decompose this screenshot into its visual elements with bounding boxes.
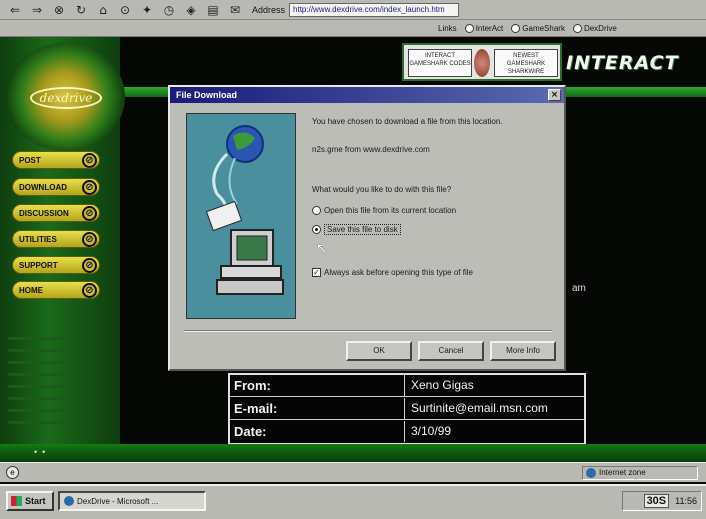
nav-button-utilities[interactable]: UTILITIES ⊘ — [12, 230, 100, 248]
link-gameshark[interactable]: GameShark — [511, 23, 565, 33]
banner-ad[interactable]: INTERACT GAMESHARK CODES NEWEST GAMESHAR… — [402, 43, 562, 81]
nav-button-download[interactable]: DOWNLOAD ⊘ — [12, 178, 100, 196]
no-sign-icon: ⊘ — [82, 283, 97, 298]
tv-channel-logo: 30S — [643, 494, 670, 508]
clock[interactable]: 11:56 — [675, 496, 697, 506]
favorites-icon[interactable]: ✦ — [138, 2, 156, 18]
no-sign-icon: ⊘ — [82, 232, 97, 247]
ie-icon — [64, 496, 74, 506]
address-label: Address — [252, 4, 286, 15]
footer-dots-icon: • • — [34, 447, 46, 457]
table-row: Date: 3/10/99 — [230, 421, 584, 443]
decorative-stripe — [8, 397, 64, 400]
history-icon[interactable]: ◷ — [160, 2, 178, 18]
decorative-stripe — [8, 385, 64, 388]
table-row: From: Xeno Gigas — [230, 375, 584, 397]
decorative-stripe — [8, 337, 64, 340]
message-info-table: From: Xeno Gigas E-mail: Surtinite@email… — [228, 373, 586, 445]
more-info-button[interactable]: More Info — [490, 341, 556, 361]
stop-icon[interactable]: ⊗ — [50, 2, 68, 18]
refresh-icon[interactable]: ↻ — [72, 2, 90, 18]
radio-save[interactable] — [312, 225, 321, 234]
download-illustration — [186, 113, 296, 319]
dialog-question: What would you like to do with this file… — [312, 185, 452, 194]
file-download-dialog: File Download × You have chosen to downl… — [168, 85, 566, 371]
interact-logo[interactable]: INTERACT — [566, 47, 686, 79]
search-icon[interactable]: ⊙ — [116, 2, 134, 18]
page-text-fragment: am — [572, 283, 586, 294]
nav-button-support[interactable]: SUPPORT ⊘ — [12, 256, 100, 274]
ie-link-icon — [464, 23, 474, 33]
screen: ⇐ ⇒ ⊗ ↻ ⌂ ⊙ ✦ ◷ ◈ ▤ ✉ Address http://www… — [0, 0, 706, 519]
links-label: Links — [438, 23, 457, 33]
always-ask-checkbox[interactable]: ✓ — [312, 268, 321, 277]
radio-open[interactable] — [312, 206, 321, 215]
open-file-option[interactable]: Open this file from its current location — [312, 206, 456, 215]
globe-icon — [586, 468, 596, 478]
file-source: n2s.gme from www.dexdrive.com — [312, 145, 430, 154]
link-interact[interactable]: InterAct — [464, 23, 503, 33]
address-input[interactable]: http://www.dexdrive.com/index_launch.htm — [289, 2, 460, 17]
cancel-button[interactable]: Cancel — [418, 341, 484, 361]
link-dexdrive[interactable]: DexDrive — [572, 23, 617, 33]
decorative-stripe — [8, 349, 64, 352]
start-button[interactable]: Start — [6, 491, 54, 511]
mail-icon[interactable]: ✉ — [226, 2, 244, 18]
ie-link-icon — [511, 23, 521, 33]
no-sign-icon: ⊘ — [82, 180, 97, 195]
save-file-option[interactable]: Save this file to disk — [312, 224, 401, 235]
ad-emblem-icon — [474, 49, 490, 77]
table-row: E-mail: Surtinite@email.msn.com — [230, 398, 584, 420]
decorative-stripe — [8, 361, 64, 364]
no-sign-icon: ⊘ — [82, 153, 97, 168]
links-toolbar: Links InterAct GameShark DexDrive — [0, 20, 706, 37]
forward-icon[interactable]: ⇒ — [28, 2, 46, 18]
windows-flag-icon — [11, 496, 22, 506]
nav-button-discussion[interactable]: DISCUSSION ⊘ — [12, 204, 100, 222]
ie-link-icon — [572, 23, 582, 33]
nav-button-home[interactable]: HOME ⊘ — [12, 281, 100, 299]
ad-right-panel: NEWEST GAMESHARK SHARKWIRE — [494, 49, 558, 77]
decorative-stripe — [8, 421, 64, 424]
decorative-stripe — [8, 373, 64, 376]
no-sign-icon: ⊘ — [82, 206, 97, 221]
taskbar: Start DexDrive - Microsoft ... 30S 11:56 — [0, 484, 706, 519]
browser-toolbar: ⇐ ⇒ ⊗ ↻ ⌂ ⊙ ✦ ◷ ◈ ▤ ✉ Address http://www… — [0, 0, 706, 20]
print-icon[interactable]: ▤ — [204, 2, 222, 18]
ad-left-panel: INTERACT GAMESHARK CODES — [408, 49, 472, 77]
footer-bar — [0, 444, 706, 462]
ok-button[interactable]: OK — [346, 341, 412, 361]
always-ask-option[interactable]: ✓ Always ask before opening this type of… — [312, 268, 473, 277]
nav-button-post[interactable]: POST ⊘ — [12, 151, 100, 169]
channels-icon[interactable]: ◈ — [182, 2, 200, 18]
site-logo[interactable]: dexdrive — [30, 87, 102, 109]
no-sign-icon: ⊘ — [82, 258, 97, 273]
close-icon[interactable]: × — [548, 89, 561, 101]
security-zone: Internet zone — [582, 466, 698, 480]
mouse-cursor-icon: ↖ — [316, 241, 328, 257]
back-icon[interactable]: ⇐ — [6, 2, 24, 18]
dialog-title[interactable]: File Download × — [170, 87, 564, 103]
status-bar: e Internet zone — [0, 462, 706, 482]
decorative-stripe — [8, 409, 64, 412]
dialog-divider — [184, 330, 552, 332]
dialog-message: You have chosen to download a file from … — [312, 117, 503, 126]
computer-download-icon — [205, 125, 284, 295]
page-status-icon: e — [6, 466, 19, 479]
home-icon[interactable]: ⌂ — [94, 2, 112, 18]
system-tray: 30S 11:56 — [622, 491, 702, 511]
taskbar-item-browser[interactable]: DexDrive - Microsoft ... — [58, 491, 206, 511]
